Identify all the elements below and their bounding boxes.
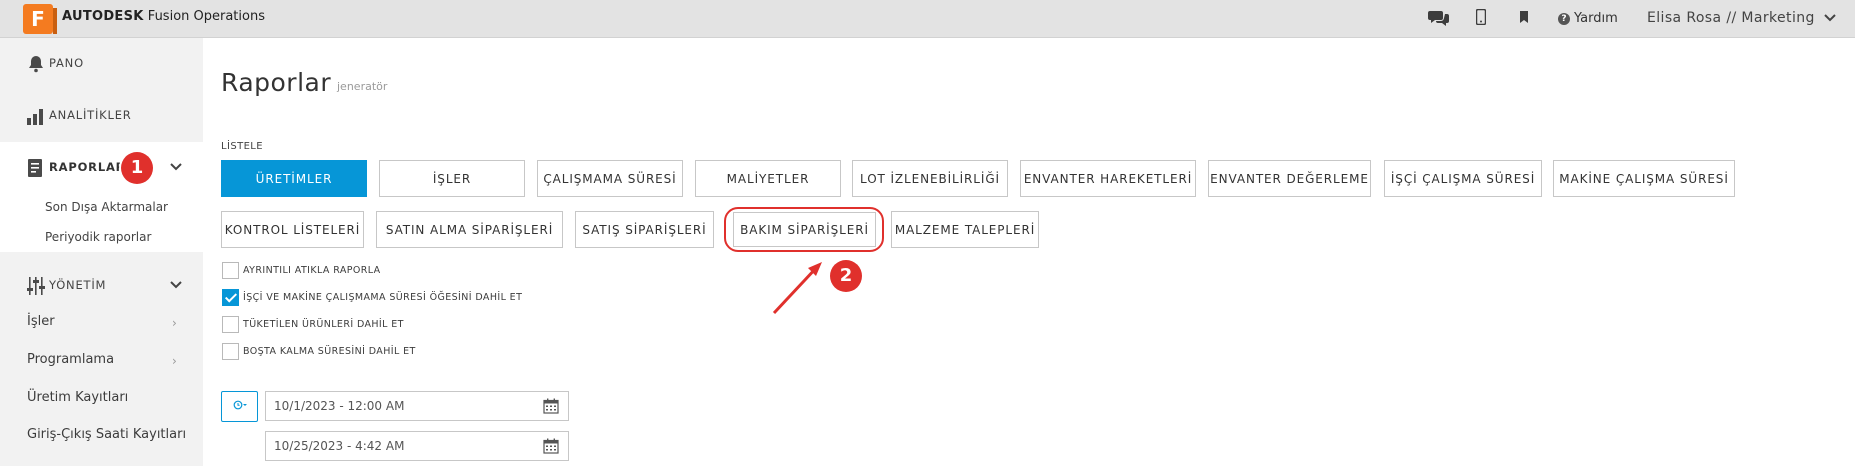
report-button-malzeme-talepleri[interactable]: MALZEME TALEPLERİ <box>891 211 1039 248</box>
chevron-right-icon: › <box>172 316 177 330</box>
sidebar-item-label: PANO <box>49 56 84 70</box>
checkbox[interactable] <box>222 343 239 360</box>
calendar-icon[interactable] <box>543 438 559 454</box>
report-button-satis-siparisleri[interactable]: SATIŞ SİPARİŞLERİ <box>575 211 714 248</box>
sidebar-item-analitikler[interactable]: ANALİTİKLER <box>0 90 203 142</box>
date-to-input[interactable]: 10/25/2023 - 4:42 AM <box>265 431 569 461</box>
report-button-uretimler[interactable]: ÜRETİMLER <box>221 160 367 197</box>
fusion-logo[interactable]: F <box>23 4 57 34</box>
bar-chart-icon <box>26 106 46 126</box>
annotation-arrow-icon <box>772 262 822 315</box>
checkbox[interactable] <box>222 316 239 333</box>
page-title: Raporlar <box>221 68 332 97</box>
report-button-envanter-hareketleri[interactable]: ENVANTER HAREKETLERİ <box>1020 160 1196 197</box>
chevron-down-icon[interactable] <box>169 277 183 291</box>
report-button-isler[interactable]: İŞLER <box>379 160 525 197</box>
report-button-lot-izlenebilirligi[interactable]: LOT İZLENEBİLİRLİĞİ <box>852 160 1008 197</box>
report-button-kontrol-listeleri[interactable]: KONTROL LİSTELERİ <box>221 211 364 248</box>
sidebar-item-yonetim[interactable]: YÖNETİM <box>0 260 203 312</box>
sidebar-item-label: ANALİTİKLER <box>49 108 132 122</box>
calendar-icon[interactable] <box>543 398 559 414</box>
report-button-envanter-degerleme[interactable]: ENVANTER DEĞERLEME <box>1208 160 1371 197</box>
bell-icon <box>26 54 46 74</box>
step-2-badge: 2 <box>830 260 862 292</box>
report-button-maliyetler[interactable]: MALİYETLER <box>695 160 841 197</box>
checkbox-checked[interactable] <box>222 289 239 306</box>
step-1-badge: 1 <box>121 152 153 184</box>
date-from-input[interactable]: 10/1/2023 - 12:00 AM <box>265 391 569 421</box>
report-button-satin-alma-siparisleri[interactable]: SATIN ALMA SİPARİŞLERİ <box>376 211 563 248</box>
sidebar-subitem-periyodik-raporlar[interactable]: Periyodik raporlar <box>45 230 151 244</box>
sidebar-subitem-son-disa-aktarmalar[interactable]: Son Dışa Aktarmalar <box>45 200 168 214</box>
sidebar-item-uretim-kayitlari[interactable]: Üretim Kayıtları <box>27 390 128 405</box>
list-label: LİSTELE <box>221 141 263 152</box>
sidebar-item-programlama[interactable]: Programlama › <box>27 352 177 368</box>
highlight-bakim-siparisleri <box>724 207 884 252</box>
sliders-icon <box>26 276 46 296</box>
chevron-down-icon[interactable] <box>1823 10 1837 29</box>
user-menu[interactable]: Elisa Rosa // Marketing <box>1647 10 1815 26</box>
sidebar-item-label: YÖNETİM <box>49 278 107 292</box>
chevron-right-icon: › <box>172 354 177 368</box>
report-icon <box>26 158 46 178</box>
help-link[interactable]: ? Yardım <box>1558 11 1618 26</box>
brand-name: AUTODESK Fusion Operations <box>62 9 265 24</box>
chat-icon[interactable] <box>1428 9 1450 29</box>
page-subtitle: jeneratör <box>337 80 388 93</box>
time-preset-dropdown[interactable] <box>221 391 258 422</box>
chevron-down-icon[interactable] <box>169 159 183 173</box>
sidebar-item-raporlar[interactable]: RAPORLAR <box>0 142 203 194</box>
report-button-calismama-suresi[interactable]: ÇALIŞMAMA SÜRESİ <box>537 160 683 197</box>
sidebar-item-label: RAPORLAR <box>49 160 126 174</box>
top-bar: F AUTODESK Fusion Operations ? Yardım Eli… <box>0 0 1855 38</box>
question-icon: ? <box>1558 13 1570 25</box>
report-button-isci-calisma-suresi[interactable]: İŞÇİ ÇALIŞMA SÜRESİ <box>1384 160 1542 197</box>
sidebar-item-giris-cikis[interactable]: Giriş-Çıkış Saati Kayıtları <box>27 427 186 442</box>
sidebar-item-isler[interactable]: İşler › <box>27 314 177 330</box>
bookmark-icon[interactable] <box>1518 9 1530 29</box>
clock-icon <box>233 400 247 410</box>
checkbox[interactable] <box>222 262 239 279</box>
sidebar-item-pano[interactable]: PANO <box>0 38 203 90</box>
sidebar: PANO ANALİTİKLER RAPORLAR 1 Son Dışa Akt… <box>0 38 203 466</box>
mobile-icon[interactable] <box>1475 8 1487 29</box>
report-button-makine-calisma-suresi[interactable]: MAKİNE ÇALIŞMA SÜRESİ <box>1553 160 1735 197</box>
